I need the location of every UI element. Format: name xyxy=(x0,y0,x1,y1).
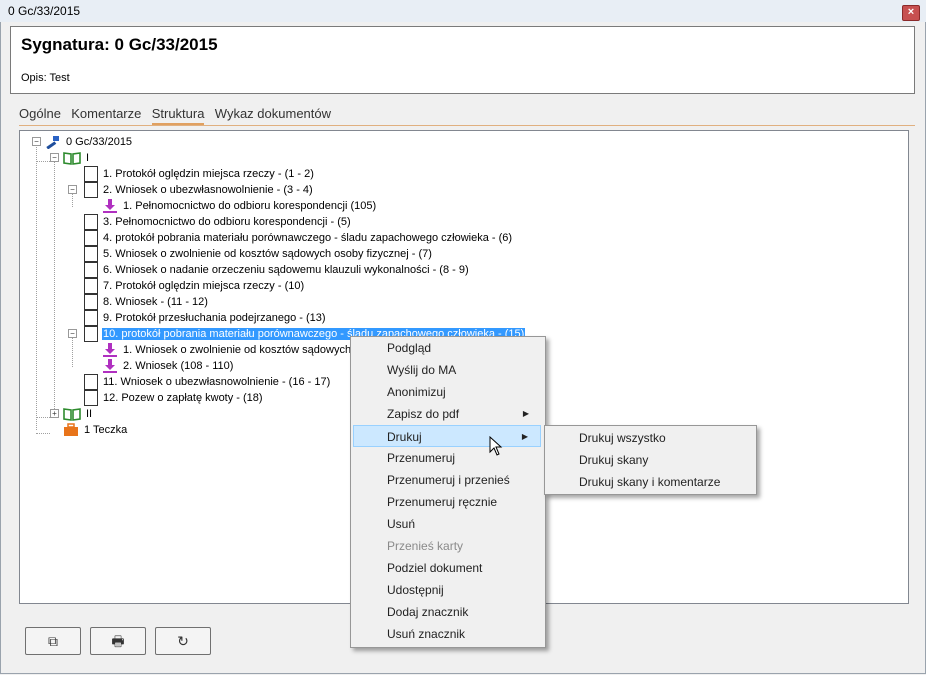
menu-anonymize[interactable]: Anonimizuj xyxy=(353,381,541,403)
mouse-cursor-icon xyxy=(489,436,503,456)
tree-document[interactable]: 12. Pozew o zapłatę kwoty - (18) xyxy=(84,390,264,407)
book-icon xyxy=(63,152,81,166)
tree-document[interactable]: 5. Wniosek o zwolnienie od kosztów sądow… xyxy=(84,246,433,263)
refresh-icon: ↻ xyxy=(177,633,189,649)
download-icon xyxy=(103,359,117,374)
submenu-arrow-icon: ▶ xyxy=(521,432,528,441)
document-icon xyxy=(84,326,98,343)
context-menu: Podgląd Wyślij do MA Anonimizuj Zapisz d… xyxy=(350,336,546,648)
submenu-print-scans-comments[interactable]: Drukuj skany i komentarze xyxy=(547,471,752,493)
submenu-arrow-icon: ▶ xyxy=(522,409,529,418)
tree-attachment[interactable]: 2. Wniosek (108 - 110) xyxy=(102,358,234,374)
menu-save-pdf[interactable]: Zapisz do pdf ▶ xyxy=(353,403,541,425)
tree-document[interactable]: 8. Wniosek - (11 - 12) xyxy=(84,294,209,311)
print-submenu: Drukuj wszystko Drukuj skany Drukuj skan… xyxy=(544,425,757,495)
tree-document[interactable]: 2. Wniosek o ubezwłasnowolnienie - (3 - … xyxy=(84,182,314,199)
tree-document[interactable]: 1. Protokół oględzin miejsca rzeczy - (1… xyxy=(84,166,315,183)
document-icon xyxy=(84,294,98,311)
tree-document[interactable]: 9. Protokół przesłuchania podejrzanego -… xyxy=(84,310,327,327)
tree-document[interactable]: 4. protokół pobrania materiału porównawc… xyxy=(84,230,513,247)
download-icon xyxy=(103,343,117,358)
expander-volume-ii[interactable]: + xyxy=(50,409,59,418)
menu-add-tag[interactable]: Dodaj znacznik xyxy=(353,601,541,623)
submenu-print-scans[interactable]: Drukuj skany xyxy=(547,449,752,471)
menu-move-cards: Przenieś karty xyxy=(387,539,464,553)
document-icon xyxy=(84,166,98,183)
tree-volume-ii[interactable]: II xyxy=(63,406,93,422)
gavel-icon xyxy=(46,136,59,150)
expander-root[interactable]: − xyxy=(32,137,41,146)
tab-comments[interactable]: Komentarze xyxy=(71,106,141,123)
document-icon xyxy=(84,262,98,279)
tab-document-list[interactable]: Wykaz dokumentów xyxy=(215,106,331,123)
title-bar: 0 Gc/33/2015 × xyxy=(0,0,926,23)
document-icon xyxy=(84,246,98,263)
download-icon xyxy=(103,199,117,214)
tab-general[interactable]: Ogólne xyxy=(19,106,61,123)
tree-document[interactable]: 11. Wniosek o ubezwłasnowolnienie - (16 … xyxy=(84,374,331,391)
briefcase-icon xyxy=(64,423,78,437)
close-button[interactable]: × xyxy=(902,5,920,21)
copy-icon: ⧉ xyxy=(48,633,58,649)
signature-title: Sygnatura: 0 Gc/33/2015 xyxy=(21,35,218,54)
expander-doc-2[interactable]: − xyxy=(68,185,77,194)
book-icon xyxy=(63,408,81,422)
menu-send-to-ma[interactable]: Wyślij do MA xyxy=(353,359,541,381)
document-icon xyxy=(84,214,98,231)
tree-volume-i[interactable]: I xyxy=(63,150,90,166)
document-icon xyxy=(84,278,98,295)
document-icon xyxy=(84,230,98,247)
copy-button[interactable]: ⧉ xyxy=(25,627,81,655)
description: Opis: Test xyxy=(21,72,70,84)
tab-strip: Ogólne Komentarze Struktura Wykaz dokume… xyxy=(19,106,338,126)
tree-attachment[interactable]: 1. Pełnomocnictwo do odbioru koresponden… xyxy=(102,198,377,214)
print-icon: 🖶 xyxy=(111,633,125,649)
tree-document[interactable]: 3. Pełnomocnictwo do odbioru koresponden… xyxy=(84,214,352,231)
tree-document[interactable]: 7. Protokół oględzin miejsca rzeczy - (1… xyxy=(84,278,305,295)
window-title: 0 Gc/33/2015 xyxy=(8,4,81,18)
submenu-print-all[interactable]: Drukuj wszystko xyxy=(547,427,752,449)
menu-remove-tag[interactable]: Usuń znacznik xyxy=(353,623,541,645)
print-button[interactable]: 🖶 xyxy=(90,627,146,655)
document-icon xyxy=(84,374,98,391)
menu-share[interactable]: Udostępnij xyxy=(353,579,541,601)
menu-preview[interactable]: Podgląd xyxy=(353,337,541,359)
tab-underline xyxy=(19,125,915,126)
menu-renumber[interactable]: Przenumeruj xyxy=(353,447,541,469)
tree-folder[interactable]: 1 Teczka xyxy=(63,422,128,438)
refresh-button[interactable]: ↻ xyxy=(155,627,211,655)
tree-root[interactable]: 0 Gc/33/2015 xyxy=(45,134,133,150)
menu-renumber-move[interactable]: Przenumeruj i przenieś xyxy=(353,469,541,491)
menu-renumber-manual[interactable]: Przenumeruj ręcznie xyxy=(353,491,541,513)
expander-volume-i[interactable]: − xyxy=(50,153,59,162)
tab-structure[interactable]: Struktura xyxy=(151,106,205,125)
document-icon xyxy=(84,390,98,407)
document-icon xyxy=(84,310,98,327)
document-icon xyxy=(84,182,98,199)
expander-doc-10[interactable]: − xyxy=(68,329,77,338)
menu-print[interactable]: Drukuj ▶ xyxy=(353,425,541,447)
tree-document[interactable]: 6. Wniosek o nadanie orzeczeniu sądowemu… xyxy=(84,262,470,279)
menu-delete[interactable]: Usuń xyxy=(353,513,541,535)
header-panel: Sygnatura: 0 Gc/33/2015 Opis: Test xyxy=(10,26,915,94)
menu-split-document[interactable]: Podziel dokument xyxy=(353,557,541,579)
